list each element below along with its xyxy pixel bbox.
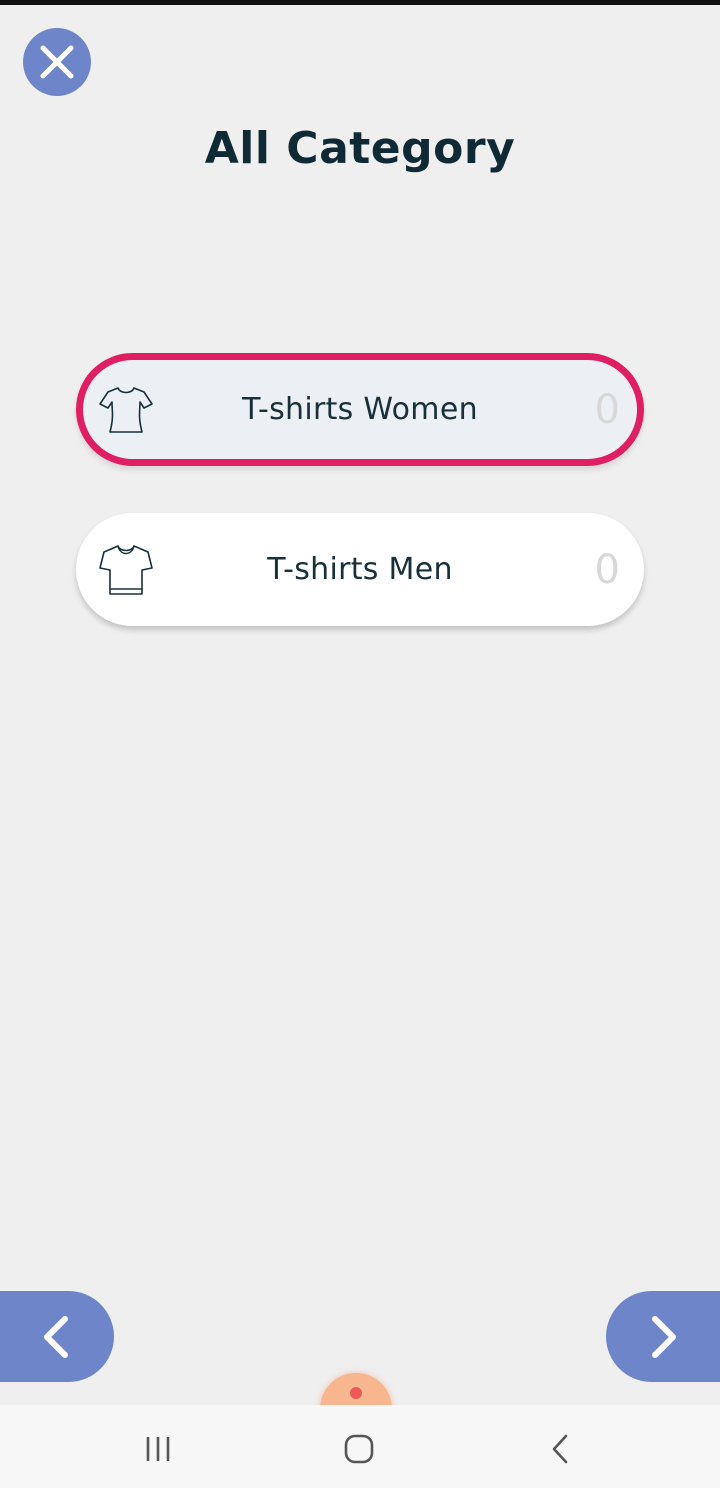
category-count: 0	[594, 386, 620, 433]
app-screen: All Category T-shirts Women 0 T-shirts M…	[0, 0, 720, 1488]
category-list: T-shirts Women 0 T-shirts Men 0	[76, 353, 644, 673]
home-button[interactable]	[337, 1427, 381, 1471]
system-navigation-bar	[0, 1405, 720, 1488]
recent-apps-icon	[146, 1437, 170, 1461]
close-icon	[40, 45, 74, 79]
chevron-left-icon	[44, 1315, 68, 1358]
notification-dot	[350, 1387, 362, 1399]
close-button[interactable]	[23, 28, 91, 96]
previous-button[interactable]	[0, 1291, 114, 1382]
home-icon	[344, 1434, 374, 1464]
category-label: T-shirts Women	[242, 392, 478, 427]
category-item-tshirts-women[interactable]: T-shirts Women 0	[76, 353, 644, 466]
category-count: 0	[594, 546, 620, 593]
back-icon	[552, 1434, 568, 1464]
category-item-tshirts-men[interactable]: T-shirts Men 0	[76, 513, 644, 626]
chevron-right-icon	[652, 1315, 676, 1358]
recent-apps-button[interactable]	[136, 1427, 180, 1471]
category-label: T-shirts Men	[267, 552, 453, 587]
next-button[interactable]	[606, 1291, 720, 1382]
page-title: All Category	[204, 123, 516, 174]
back-button[interactable]	[538, 1427, 582, 1471]
